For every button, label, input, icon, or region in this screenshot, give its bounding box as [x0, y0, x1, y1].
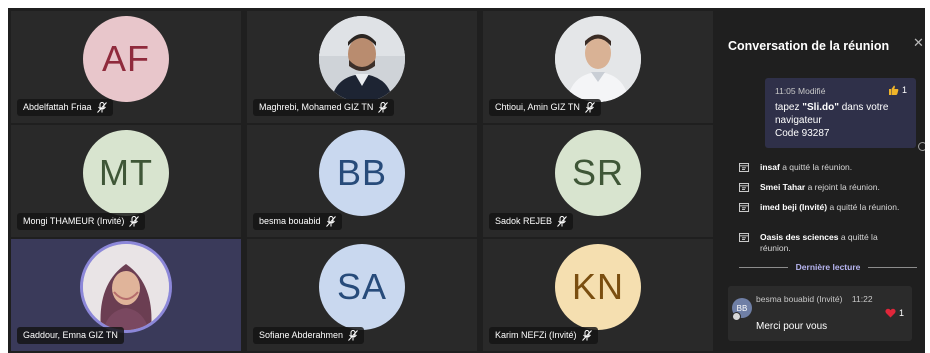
- participant-name: Abdelfattah Friaa: [23, 102, 92, 112]
- message-highlight: "Sli.do": [802, 102, 839, 113]
- event-text: a quitté la réunion.: [779, 162, 853, 172]
- chat-event-item: insaf a quitté la réunion.: [739, 162, 909, 173]
- heart-icon: [885, 308, 896, 318]
- calendar-icon: [739, 203, 749, 212]
- close-icon[interactable]: ✕: [913, 35, 924, 51]
- message-body: Merci pour vous: [756, 321, 828, 332]
- meeting-chat-panel: Conversation de la réunion ✕ 11:05 Modif…: [717, 8, 925, 353]
- participant-tile-kn[interactable]: KN Karim NEFZi (Invité): [483, 239, 713, 351]
- event-author: imed beji (Invité): [760, 202, 828, 212]
- presence-status-icon: [732, 312, 741, 321]
- participant-name-tag: Abdelfattah Friaa: [17, 99, 113, 116]
- avatar: SR: [555, 130, 641, 216]
- avatar: BB: [319, 130, 405, 216]
- mic-off-icon: [378, 102, 389, 113]
- mic-off-icon: [325, 216, 336, 227]
- participant-name: Sofiane Abderahmen: [259, 330, 344, 340]
- mic-off-icon: [96, 102, 107, 113]
- event-author: insaf: [760, 162, 780, 172]
- like-reaction[interactable]: 1: [888, 85, 907, 95]
- participant-tile-bb[interactable]: BB besma bouabid: [247, 125, 477, 237]
- participant-name: Karim NEFZi (Invité): [495, 330, 577, 340]
- participant-tile-sr[interactable]: SR Sadok REJEB: [483, 125, 713, 237]
- participant-name-tag: Mongi THAMEUR (Invité): [17, 213, 146, 230]
- message-meta: 11:05 Modifié: [775, 86, 906, 96]
- message-meta: besma bouabid (Invité) 11:22: [756, 294, 873, 304]
- participant-tile-chtioui[interactable]: Chtioui, Amin GIZ TN: [483, 11, 713, 123]
- avatar-initials: MT: [99, 152, 153, 193]
- participant-tile-maghrebi[interactable]: Maghrebi, Mohamed GIZ TN: [247, 11, 477, 123]
- heart-reaction[interactable]: 1: [885, 308, 904, 318]
- event-author: Oasis des sciences: [760, 232, 839, 242]
- chat-event-item: imed beji (Invité) a quitté la réunion.: [739, 202, 909, 213]
- pinned-chat-message[interactable]: 11:05 Modifié tapez "Sli.do" dans votre …: [765, 78, 916, 148]
- more-options-icon[interactable]: [918, 142, 925, 151]
- event-text: a quitté la réunion.: [827, 202, 900, 212]
- participant-name-tag: Karim NEFZi (Invité): [489, 327, 598, 344]
- avatar: SA: [319, 244, 405, 330]
- message-time: 11:05: [775, 86, 796, 96]
- mic-off-icon: [129, 216, 140, 227]
- avatar-initials: AF: [101, 38, 150, 79]
- divider-line: [868, 266, 918, 268]
- last-read-divider: Dernière lecture: [739, 261, 918, 273]
- reaction-count: 1: [901, 85, 907, 95]
- participant-name-tag: Chtioui, Amin GIZ TN: [489, 99, 601, 116]
- participant-name-tag: Sofiane Abderahmen: [253, 327, 365, 344]
- mic-off-icon: [581, 330, 592, 341]
- calendar-icon: [739, 233, 749, 242]
- participant-name-tag: Sadok REJEB: [489, 213, 574, 230]
- divider-line: [739, 266, 788, 268]
- participant-name: besma bouabid: [259, 216, 321, 226]
- chat-message[interactable]: BB besma bouabid (Invité) 11:22 1 Merci …: [728, 286, 912, 341]
- person-photo-icon: [319, 16, 405, 102]
- participant-tile-af[interactable]: AF Abdelfattah Friaa: [11, 11, 241, 123]
- chat-event-item: Smei Tahar a rejoint la réunion.: [739, 182, 909, 193]
- message-code: Code 93287: [775, 128, 830, 139]
- participant-name: Maghrebi, Mohamed GIZ TN: [259, 102, 374, 112]
- participant-name-tag: Gaddour, Emna GIZ TN: [17, 327, 124, 344]
- avatar-photo: [319, 16, 405, 102]
- calendar-icon: [739, 183, 749, 192]
- participant-name-tag: Maghrebi, Mohamed GIZ TN: [253, 99, 395, 116]
- teams-meeting-window: AF Abdelfattah Friaa Maghrebi, Mohamed G…: [8, 8, 925, 353]
- last-read-label: Dernière lecture: [795, 262, 861, 272]
- participant-tile-sa[interactable]: SA Sofiane Abderahmen: [247, 239, 477, 351]
- message-author: besma bouabid (Invité): [756, 294, 843, 304]
- avatar-initials: SR: [571, 152, 624, 193]
- message-text: tapez: [775, 102, 803, 113]
- event-author: Smei Tahar: [760, 182, 806, 192]
- avatar-initials: BB: [336, 152, 388, 193]
- event-text: a rejoint la réunion.: [805, 182, 880, 192]
- participant-name: Sadok REJEB: [495, 216, 553, 226]
- participant-name: Mongi THAMEUR (Invité): [23, 216, 125, 226]
- mic-off-icon: [584, 102, 595, 113]
- avatar-initials: BB: [736, 303, 748, 313]
- avatar: MT: [83, 130, 169, 216]
- participant-name-tag: besma bouabid: [253, 213, 342, 230]
- avatar-photo: [555, 16, 641, 102]
- message-body: tapez "Sli.do" dans votre navigateur Cod…: [775, 101, 906, 140]
- chat-title: Conversation de la réunion: [728, 39, 890, 53]
- calendar-icon: [739, 163, 749, 172]
- mic-off-icon: [557, 216, 567, 227]
- participant-tile-mt[interactable]: MT Mongi THAMEUR (Invité): [11, 125, 241, 237]
- avatar-photo: [83, 244, 169, 330]
- avatar: KN: [555, 244, 641, 330]
- avatar: AF: [83, 16, 169, 102]
- message-edited-label: Modifié: [798, 86, 826, 96]
- video-grid: AF Abdelfattah Friaa Maghrebi, Mohamed G…: [11, 11, 714, 351]
- participant-name: Gaddour, Emna GIZ TN: [23, 330, 118, 340]
- participant-name: Chtioui, Amin GIZ TN: [495, 102, 580, 112]
- reaction-count: 1: [898, 308, 904, 318]
- avatar-initials: SA: [336, 266, 388, 307]
- chat-event-item: Oasis des sciences a quitté la réunion.: [739, 232, 909, 254]
- person-photo-icon: [83, 244, 169, 330]
- message-time: 11:22: [851, 294, 873, 304]
- avatar-initials: KN: [571, 266, 624, 307]
- thumbs-up-icon: [888, 85, 899, 95]
- person-photo-icon: [555, 16, 641, 102]
- mic-off-icon: [348, 330, 358, 341]
- participant-tile-gaddour[interactable]: Gaddour, Emna GIZ TN: [11, 239, 241, 351]
